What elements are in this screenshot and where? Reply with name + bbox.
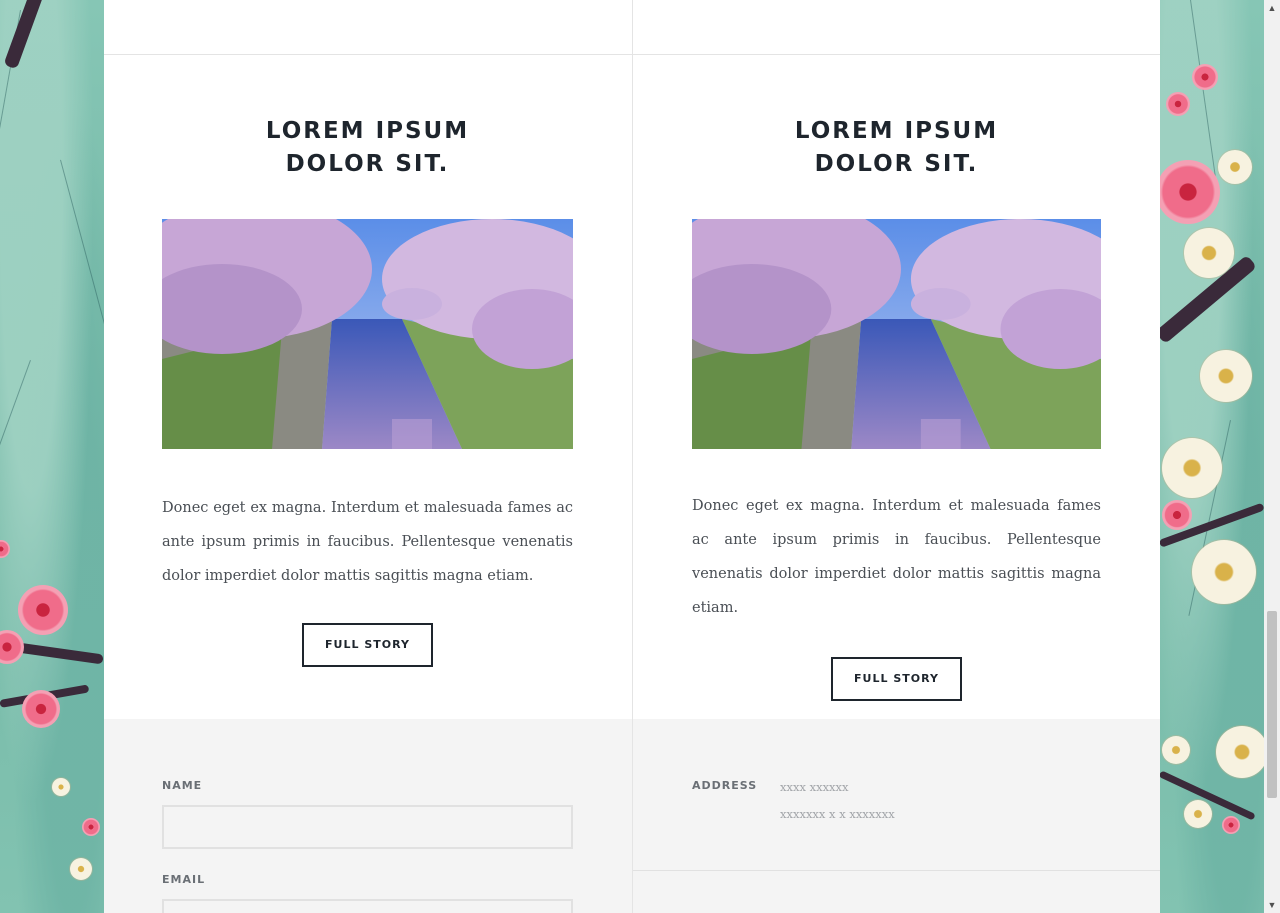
post-title-line: LOREM IPSUM	[794, 118, 999, 144]
email-label: EMAIL	[162, 873, 206, 886]
full-story-button[interactable]: FULL STORY	[302, 623, 433, 667]
contact-divider	[633, 870, 1160, 871]
name-field[interactable]	[162, 805, 573, 849]
post-title-line: DOLOR SIT.	[285, 151, 450, 177]
main-content: LOREM IPSUM DOLOR SIT. Donec eget ex mag…	[104, 0, 1160, 913]
floral-background-right	[1160, 0, 1264, 913]
post-title-line: LOREM IPSUM	[265, 118, 470, 144]
post-card: LOREM IPSUM DOLOR SIT. Donec eget ex mag…	[162, 55, 573, 719]
cherry-blossom-canal-photo[interactable]	[162, 219, 573, 449]
name-label: NAME	[162, 779, 203, 792]
post-excerpt: Donec eget ex magna. Interdum et malesua…	[162, 500, 573, 584]
address-line: xxxx xxxxxx	[780, 780, 849, 794]
address-label: ADDRESS	[692, 779, 758, 792]
post-card: LOREM IPSUM DOLOR SIT. Donec eget ex mag…	[692, 55, 1101, 719]
chevron-down-icon[interactable]: ▼	[1264, 897, 1280, 913]
post-excerpt: Donec eget ex magna. Interdum et malesua…	[692, 498, 1101, 616]
floral-background-left	[0, 0, 104, 913]
chevron-up-icon[interactable]: ▲	[1264, 0, 1280, 16]
address-line: xxxxxxx x x xxxxxxx	[780, 807, 895, 821]
email-field[interactable]	[162, 899, 573, 913]
scrollbar-thumb[interactable]	[1267, 611, 1277, 798]
footer-section: NAME EMAIL ADDRESS xxxx xxxxxx xxxxxxx x…	[104, 719, 1160, 913]
full-story-button[interactable]: FULL STORY	[831, 657, 962, 701]
post-title: LOREM IPSUM DOLOR SIT.	[162, 115, 573, 181]
post-title: LOREM IPSUM DOLOR SIT.	[692, 115, 1101, 181]
page-scrollbar[interactable]: ▲ ▼	[1264, 0, 1280, 913]
column-divider	[632, 719, 633, 913]
post-title-line: DOLOR SIT.	[814, 151, 979, 177]
cherry-blossom-canal-photo[interactable]	[692, 219, 1101, 449]
